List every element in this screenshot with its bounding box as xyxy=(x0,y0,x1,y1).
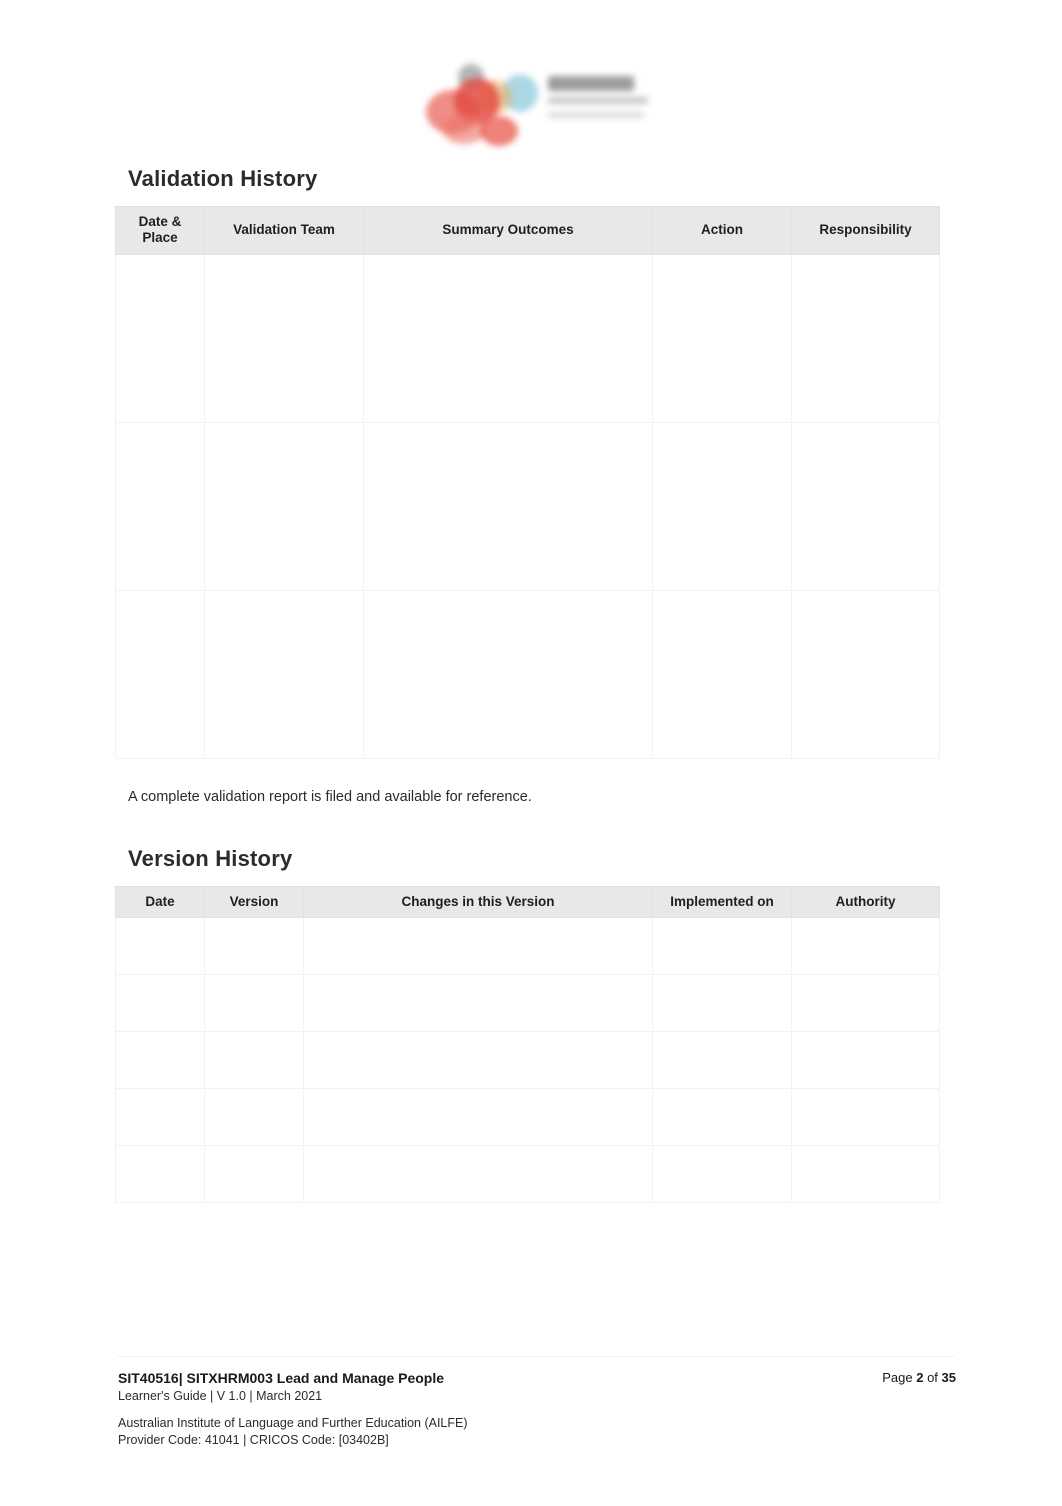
table-cell[interactable] xyxy=(791,589,940,759)
table-cell[interactable] xyxy=(303,1031,653,1090)
table-cell[interactable] xyxy=(115,974,205,1033)
table-cell[interactable] xyxy=(791,421,940,591)
table-cell[interactable] xyxy=(115,421,205,591)
table-cell[interactable] xyxy=(791,1031,940,1090)
column-header-authority: Authority xyxy=(791,885,940,919)
logo-wordmark xyxy=(546,72,654,134)
organisation-logo xyxy=(418,58,654,150)
logo-blob-red-4-icon xyxy=(480,116,518,146)
column-header-version: Version xyxy=(204,885,304,919)
section-heading-validation-history: Validation History xyxy=(128,166,318,192)
table-cell[interactable] xyxy=(115,589,205,759)
footer-organisation-name: Australian Institute of Language and Fur… xyxy=(118,1416,468,1430)
table-cell[interactable] xyxy=(303,1088,653,1147)
table-cell[interactable] xyxy=(204,421,364,591)
footer-page-prefix: Page xyxy=(882,1370,913,1385)
table-cell[interactable] xyxy=(204,253,364,423)
table-row[interactable] xyxy=(115,917,940,976)
table-cell[interactable] xyxy=(303,1145,653,1204)
table-cell[interactable] xyxy=(204,1088,304,1147)
table-cell[interactable] xyxy=(363,589,653,759)
table-row[interactable] xyxy=(115,253,940,423)
table-cell[interactable] xyxy=(363,253,653,423)
table-cell[interactable] xyxy=(115,1031,205,1090)
table-row[interactable] xyxy=(115,1145,940,1204)
table-cell[interactable] xyxy=(363,421,653,591)
table-cell[interactable] xyxy=(652,974,792,1033)
table-cell[interactable] xyxy=(652,253,792,423)
table-cell[interactable] xyxy=(115,253,205,423)
validation-report-note: A complete validation report is filed an… xyxy=(128,788,532,805)
table-cell[interactable] xyxy=(652,589,792,759)
table-cell[interactable] xyxy=(115,1145,205,1204)
logo-mark-icon xyxy=(418,58,538,150)
table-row[interactable] xyxy=(115,974,940,1033)
table-cell[interactable] xyxy=(652,917,792,976)
table-cell[interactable] xyxy=(791,974,940,1033)
table-row[interactable] xyxy=(115,1031,940,1090)
footer-page-total: 35 xyxy=(941,1370,956,1385)
table-cell[interactable] xyxy=(115,1088,205,1147)
table-cell[interactable] xyxy=(652,1031,792,1090)
footer-page-of: of xyxy=(927,1370,938,1385)
version-history-table: Date Version Changes in this Version Imp… xyxy=(115,885,940,1204)
section-heading-version-history: Version History xyxy=(128,846,293,872)
logo-wordmark-line-2 xyxy=(548,97,648,104)
table-header-row: Date & Place Validation Team Summary Out… xyxy=(115,206,940,255)
column-header-implemented-on: Implemented on xyxy=(652,885,792,919)
column-header-summary-outcomes: Summary Outcomes xyxy=(363,206,653,255)
table-cell[interactable] xyxy=(791,1145,940,1204)
footer-provider-codes: Provider Code: 41041 | CRICOS Code: [034… xyxy=(118,1433,389,1447)
logo-wordmark-line-3 xyxy=(548,112,644,118)
table-cell[interactable] xyxy=(204,1031,304,1090)
column-header-date-place: Date & Place xyxy=(115,206,205,255)
column-header-action: Action xyxy=(652,206,792,255)
table-row[interactable] xyxy=(115,589,940,759)
table-cell[interactable] xyxy=(204,589,364,759)
table-header-row: Date Version Changes in this Version Imp… xyxy=(115,885,940,919)
table-cell[interactable] xyxy=(303,974,653,1033)
table-cell[interactable] xyxy=(204,1145,304,1204)
table-cell[interactable] xyxy=(204,917,304,976)
table-cell[interactable] xyxy=(652,1088,792,1147)
column-header-validation-team: Validation Team xyxy=(204,206,364,255)
footer-page-number: 2 xyxy=(916,1370,924,1385)
column-header-date: Date xyxy=(115,885,205,919)
table-cell[interactable] xyxy=(791,253,940,423)
column-header-changes: Changes in this Version xyxy=(303,885,653,919)
footer-page-indicator: Page 2 of 35 xyxy=(882,1370,956,1385)
validation-history-table: Date & Place Validation Team Summary Out… xyxy=(115,206,940,759)
table-cell[interactable] xyxy=(204,974,304,1033)
table-cell[interactable] xyxy=(303,917,653,976)
footer-unit-title: SIT40516| SITXHRM003 Lead and Manage Peo… xyxy=(118,1370,445,1386)
column-header-responsibility: Responsibility xyxy=(791,206,940,255)
footer-divider xyxy=(118,1356,954,1357)
table-row[interactable] xyxy=(115,421,940,591)
table-cell[interactable] xyxy=(652,421,792,591)
table-cell[interactable] xyxy=(791,917,940,976)
table-cell[interactable] xyxy=(791,1088,940,1147)
table-cell[interactable] xyxy=(115,917,205,976)
table-row[interactable] xyxy=(115,1088,940,1147)
table-cell[interactable] xyxy=(652,1145,792,1204)
page-footer: SIT40516| SITXHRM003 Lead and Manage Peo… xyxy=(0,1366,1062,1476)
logo-wordmark-line-1 xyxy=(548,76,634,91)
footer-document-meta: Learner's Guide | V 1.0 | March 2021 xyxy=(118,1389,323,1403)
